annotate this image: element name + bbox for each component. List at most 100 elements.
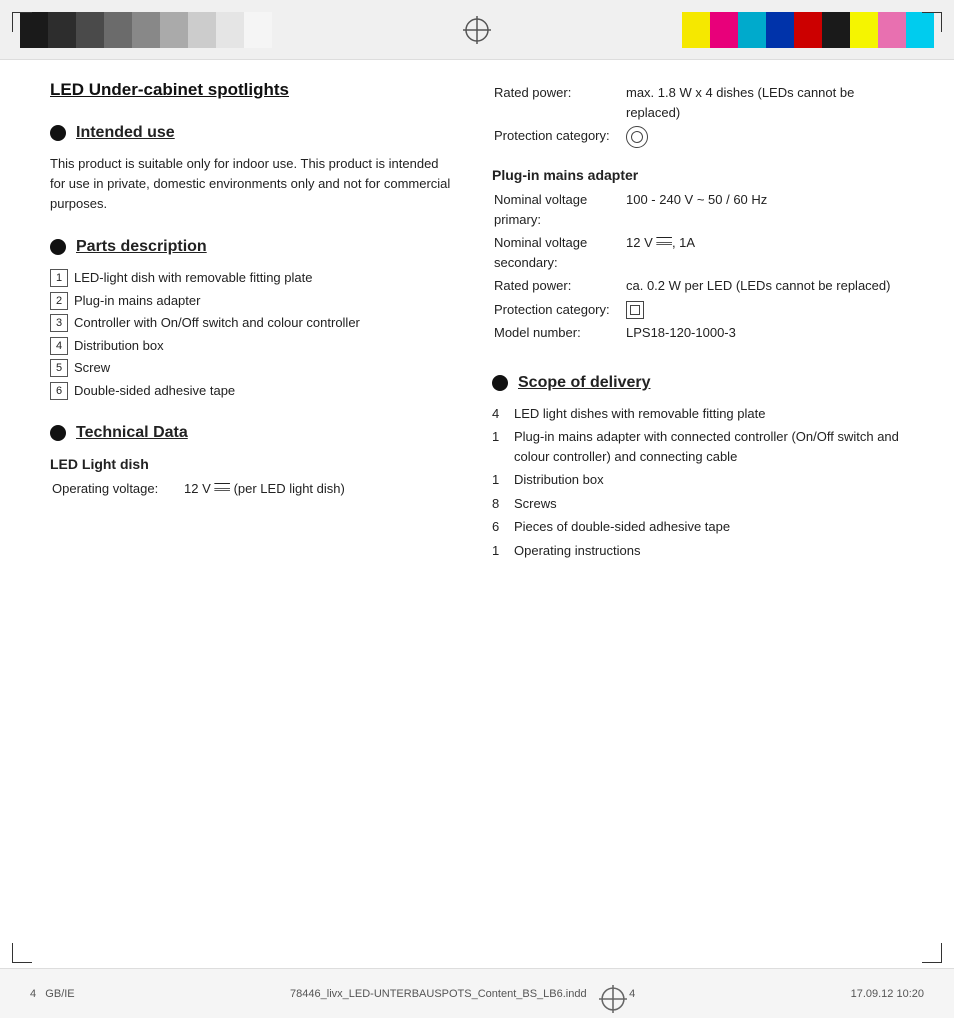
table-row: Operating voltage: 12 V ══ (per LED ligh… — [52, 478, 450, 500]
crosshair-footer-icon — [599, 985, 617, 1003]
item-text: LED-light dish with removable fitting pl… — [74, 268, 312, 288]
swatches-right — [682, 12, 934, 48]
protection-icon-double-circle — [626, 126, 648, 148]
led-dish-subtitle: LED Light dish — [50, 456, 452, 472]
qty: 6 — [492, 517, 514, 537]
item-text: Plug-in mains adapter — [74, 291, 200, 311]
rated-power-label: Rated power: — [494, 82, 624, 123]
qty: 1 — [492, 541, 514, 561]
led-dish-table: Operating voltage: 12 V ══ (per LED ligh… — [50, 476, 452, 502]
corner-mark-tr — [922, 12, 942, 32]
protection-cat-value — [626, 125, 912, 149]
swatch-blue — [766, 12, 794, 48]
parts-description-section: Parts description 1 LED-light dish with … — [50, 238, 452, 400]
table-row: Protection category: — [494, 299, 912, 321]
technical-data-section: Technical Data LED Light dish Operating … — [50, 424, 452, 502]
nom-volt-secondary-label: Nominal voltagesecondary: — [494, 232, 624, 273]
model-number-value: LPS18-120-1000-3 — [626, 322, 912, 344]
corner-mark-bl — [12, 943, 32, 963]
protection-cat-label-2: Protection category: — [494, 299, 624, 321]
crosshair-center-icon — [463, 16, 491, 44]
right-column: Rated power: max. 1.8 W x 4 dishes (LEDs… — [482, 80, 914, 564]
table-row: Protection category: — [494, 125, 912, 149]
top-color-bar — [0, 0, 954, 60]
model-number-label: Model number: — [494, 322, 624, 344]
list-item: 5 Screw — [50, 358, 452, 378]
item-text: Pieces of double-sided adhesive tape — [514, 517, 730, 537]
footer-filename: 78446_livx_LED-UNTERBAUSPOTS_Content_BS_… — [290, 987, 587, 999]
item-number: 3 — [50, 314, 68, 332]
op-voltage-label: Operating voltage: — [52, 478, 182, 500]
protection-cat-label: Protection category: — [494, 125, 624, 149]
qty: 1 — [492, 427, 514, 447]
swatch-light2 — [188, 12, 216, 48]
table-row: Nominal voltageprimary: 100 - 240 V ~ 50… — [494, 189, 912, 230]
intended-use-heading: Intended use — [50, 124, 452, 142]
nom-volt-primary-label: Nominal voltageprimary: — [494, 189, 624, 230]
item-number: 2 — [50, 292, 68, 310]
item-text: Screws — [514, 494, 557, 514]
swatch-red — [794, 12, 822, 48]
led-dish-right-table: Rated power: max. 1.8 W x 4 dishes (LEDs… — [492, 80, 914, 151]
parts-description-title: Parts description — [76, 238, 207, 256]
corner-mark-br — [922, 943, 942, 963]
bullet-circle-icon-2 — [50, 239, 66, 255]
list-item: 1 Plug-in mains adapter with connected c… — [492, 427, 914, 466]
nom-volt-secondary-value: 12 V ══, 1A — [626, 232, 912, 273]
page-title: LED Under-cabinet spotlights — [50, 80, 452, 100]
list-item: 3 Controller with On/Off switch and colo… — [50, 313, 452, 333]
corner-mark-tl — [12, 12, 32, 32]
list-item: 4 Distribution box — [50, 336, 452, 356]
item-number: 4 — [50, 337, 68, 355]
parts-list: 1 LED-light dish with removable fitting … — [50, 268, 452, 400]
footer-locale: GB/IE — [45, 988, 74, 1000]
list-item: 6 Pieces of double-sided adhesive tape — [492, 517, 914, 537]
protection-cat-value-2 — [626, 299, 912, 321]
footer-bar: 4 GB/IE 78446_livx_LED-UNTERBAUSPOTS_Con… — [0, 968, 954, 1018]
list-item: 8 Screws — [492, 494, 914, 514]
bullet-circle-icon-4 — [492, 375, 508, 391]
item-text: LED light dishes with removable fitting … — [514, 404, 765, 424]
swatch-lighter — [216, 12, 244, 48]
page-number: 4 — [30, 988, 36, 1000]
table-row: Model number: LPS18-120-1000-3 — [494, 322, 912, 344]
swatch-light1 — [160, 12, 188, 48]
scope-heading: Scope of delivery — [492, 374, 914, 392]
rated-power-label-2: Rated power: — [494, 275, 624, 297]
rated-power-value: max. 1.8 W x 4 dishes (LEDs cannot be re… — [626, 82, 912, 123]
item-text: Screw — [74, 358, 110, 378]
qty: 8 — [492, 494, 514, 514]
list-item: 4 LED light dishes with removable fittin… — [492, 404, 914, 424]
footer-timestamp: 17.09.12 10:20 — [851, 988, 924, 1000]
scope-title: Scope of delivery — [518, 374, 651, 392]
item-text: Operating instructions — [514, 541, 640, 561]
swatch-yellow2 — [850, 12, 878, 48]
intended-use-section: Intended use This product is suitable on… — [50, 124, 452, 214]
swatch-pink — [878, 12, 906, 48]
intended-use-title: Intended use — [76, 124, 175, 142]
footer-page-info: 4 GB/IE — [30, 988, 75, 1000]
item-text: Double-sided adhesive tape — [74, 381, 235, 401]
scope-of-delivery-section: Scope of delivery 4 LED light dishes wit… — [492, 374, 914, 561]
list-item: 6 Double-sided adhesive tape — [50, 381, 452, 401]
nom-volt-primary-value: 100 - 240 V ~ 50 / 60 Hz — [626, 189, 912, 230]
swatch-cyan — [738, 12, 766, 48]
swatch-white — [244, 12, 272, 48]
list-item: 2 Plug-in mains adapter — [50, 291, 452, 311]
list-item: 1 Distribution box — [492, 470, 914, 490]
protection-icon-square — [626, 301, 644, 319]
rated-power-value-2: ca. 0.2 W per LED (LEDs cannot be replac… — [626, 275, 912, 297]
table-row: Rated power: max. 1.8 W x 4 dishes (LEDs… — [494, 82, 912, 123]
technical-data-title: Technical Data — [76, 424, 188, 442]
qty: 1 — [492, 470, 514, 490]
qty: 4 — [492, 404, 514, 424]
list-item: 1 LED-light dish with removable fitting … — [50, 268, 452, 288]
swatch-dark2 — [76, 12, 104, 48]
table-row: Nominal voltagesecondary: 12 V ══, 1A — [494, 232, 912, 273]
footer-center: 78446_livx_LED-UNTERBAUSPOTS_Content_BS_… — [290, 985, 635, 1003]
technical-data-heading: Technical Data — [50, 424, 452, 442]
list-item: 1 Operating instructions — [492, 541, 914, 561]
table-row: Rated power: ca. 0.2 W per LED (LEDs can… — [494, 275, 912, 297]
item-text: Plug-in mains adapter with connected con… — [514, 427, 914, 466]
bullet-circle-icon — [50, 125, 66, 141]
